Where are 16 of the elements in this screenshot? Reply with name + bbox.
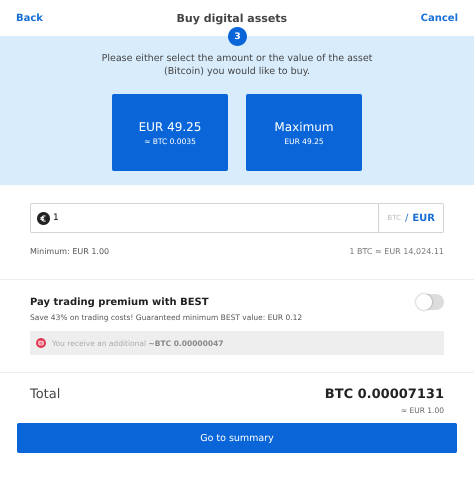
coin-icon — [36, 338, 46, 348]
separator-text: / — [404, 212, 408, 224]
rate-text: 1 BTC ≈ EUR 14,024.11 — [349, 247, 444, 256]
step-badge: 3 — [228, 27, 247, 46]
instruction-text: Please either select the amount or the value of the asset (Bitcoin) you would like to buy. — [100, 53, 374, 78]
minimum-text: Minimum: EUR 1.00 — [30, 247, 110, 256]
cancel-link[interactable]: Cancel — [420, 12, 458, 24]
total-label: Total — [30, 387, 60, 402]
toggle-switch[interactable] — [416, 294, 444, 310]
currency-toggle[interactable]: EUR — [412, 212, 435, 224]
premium-title: Pay trading premium with BEST — [30, 296, 209, 308]
go-to-summary-button[interactable]: Go to summary — [17, 423, 457, 453]
back-link[interactable]: Back — [16, 12, 43, 24]
page-title: Buy digital assets — [176, 12, 288, 24]
total-value: BTC 0.00007131 — [324, 387, 444, 402]
euro-icon — [37, 212, 50, 224]
